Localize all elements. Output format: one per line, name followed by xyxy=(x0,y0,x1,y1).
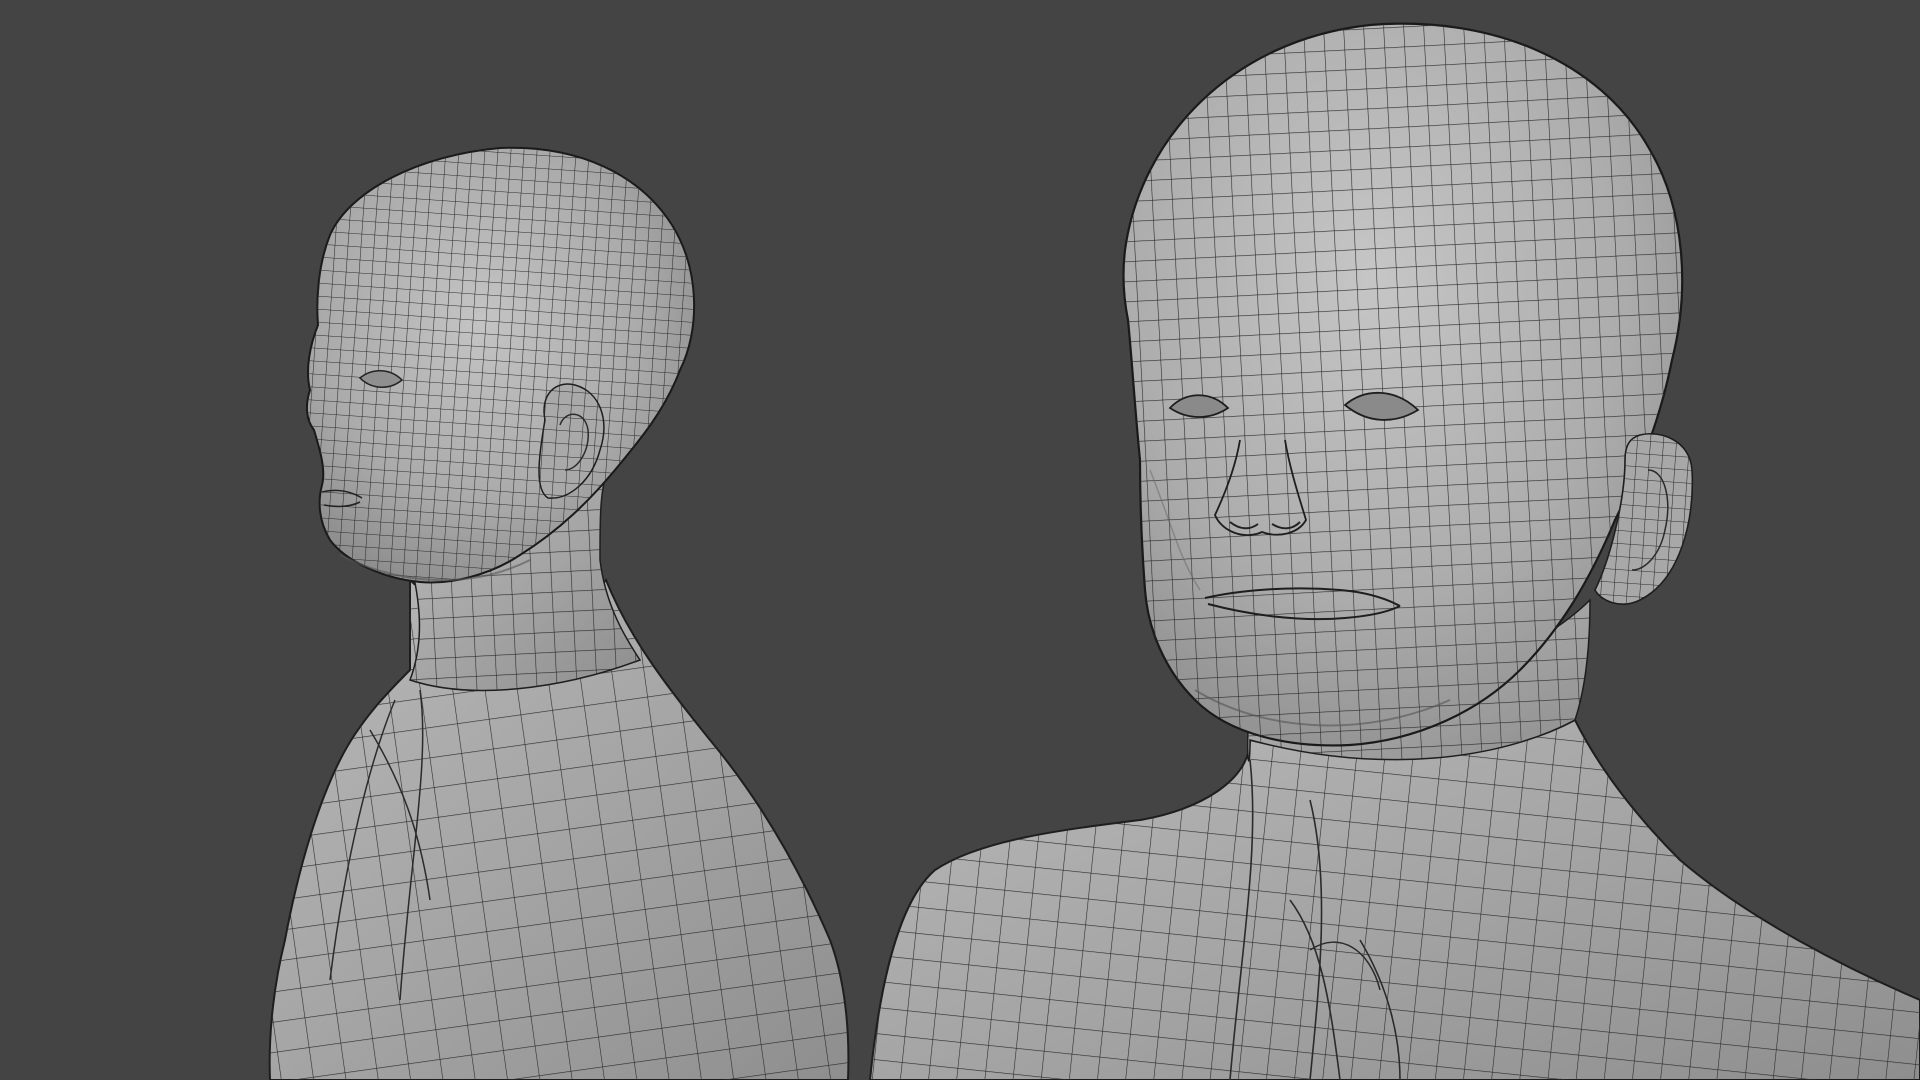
right-bust-mesh[interactable] xyxy=(868,22,1920,1080)
scene-canvas xyxy=(268,22,1920,1080)
3d-viewport[interactable] xyxy=(0,0,1920,1080)
left-bust-mesh[interactable] xyxy=(268,146,850,1080)
